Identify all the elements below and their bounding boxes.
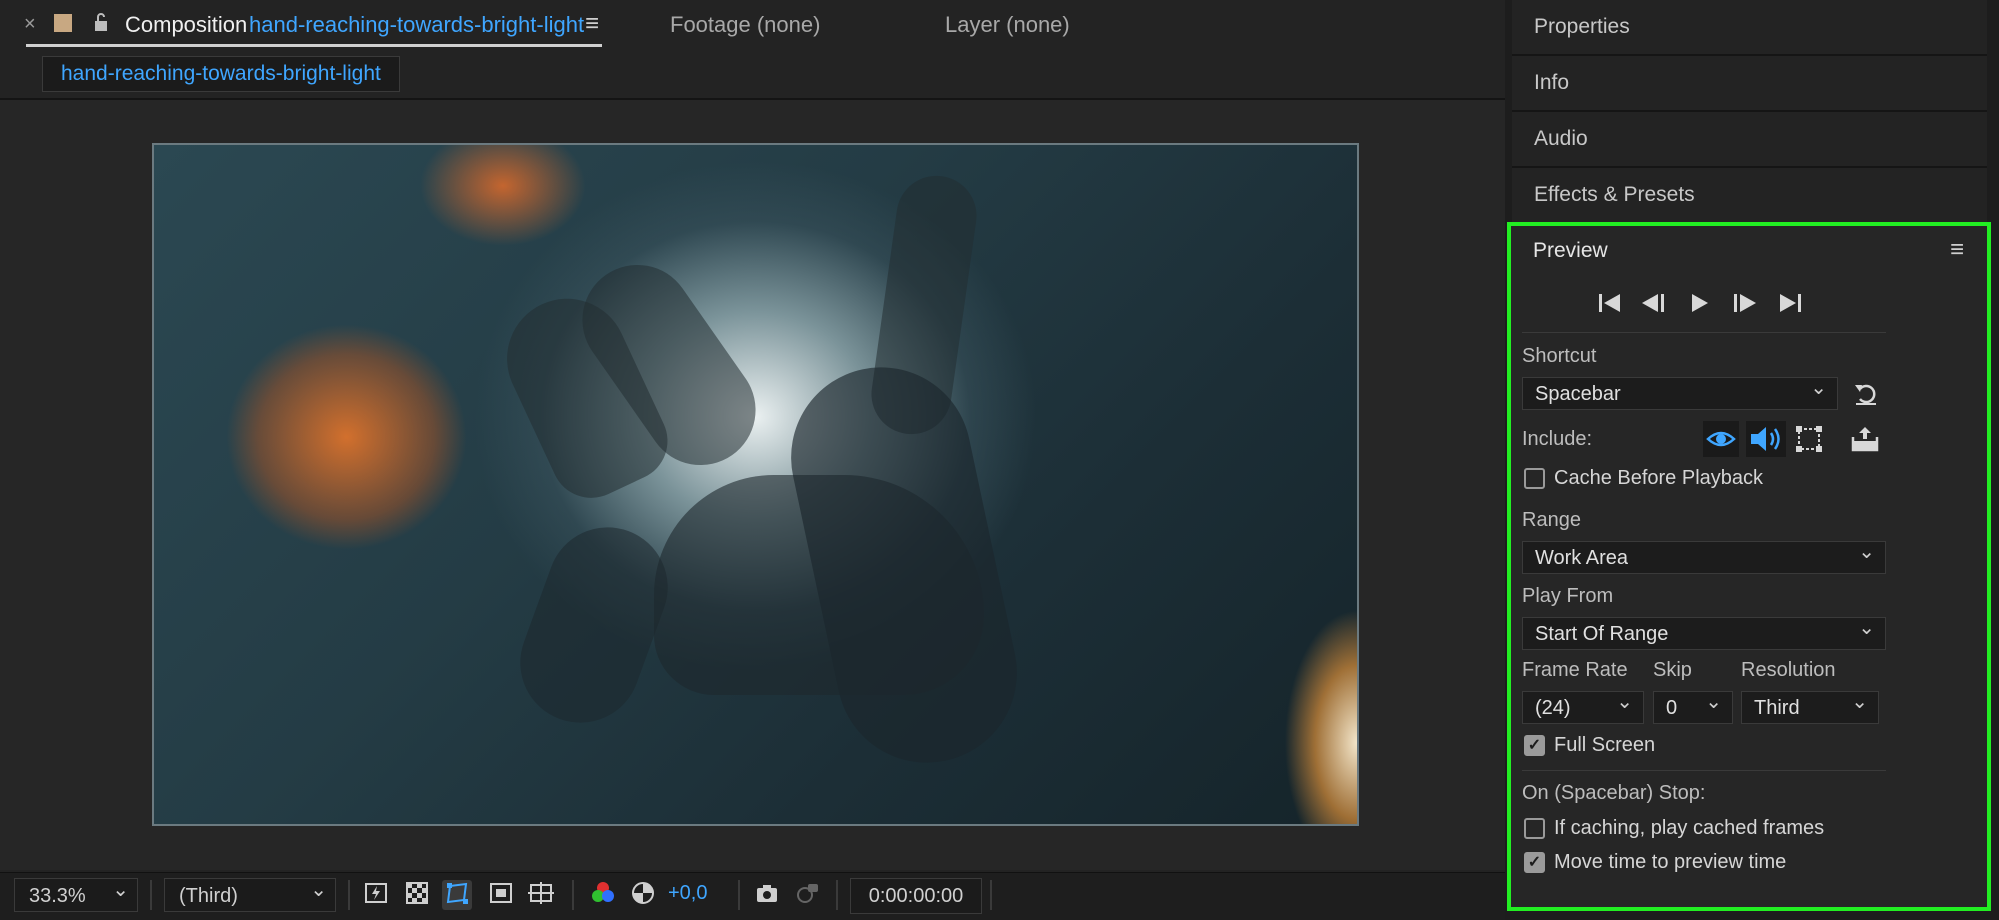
cache-before-playback-label: Cache Before Playback [1554, 467, 1764, 489]
skip-label: Skip [1653, 659, 1692, 681]
preview-resolution-dropdown[interactable]: Third ⌄ [1741, 691, 1879, 724]
snapshot-camera-icon[interactable] [752, 880, 782, 910]
composition-tab-bar: × Composition hand-reaching-towards-brig… [0, 0, 1505, 52]
magnification-dropdown[interactable]: 33.3% ⌄ [14, 878, 138, 912]
first-frame-icon[interactable] [1596, 290, 1624, 316]
composition-breadcrumb[interactable]: hand-reaching-towards-bright-light [42, 56, 400, 92]
layer-tab[interactable]: Layer (none) [945, 12, 1070, 38]
region-of-interest-icon[interactable] [486, 880, 516, 910]
close-tab-icon[interactable]: × [24, 13, 36, 36]
preview-title: Preview [1533, 239, 1608, 262]
include-audio-speaker-icon[interactable] [1746, 421, 1786, 457]
shortcut-label: Shortcut [1522, 345, 1597, 367]
shortcut-value: Spacebar [1535, 383, 1621, 405]
divider [1522, 770, 1886, 771]
preview-resolution-value: Third [1754, 697, 1800, 719]
divider [738, 880, 740, 910]
resolution-label: Resolution [1741, 659, 1836, 681]
chevron-down-icon: ⌄ [1705, 691, 1722, 713]
full-screen-label: Full Screen [1554, 734, 1656, 756]
lock-icon[interactable] [93, 12, 109, 32]
chevron-down-icon: ⌄ [1851, 691, 1868, 713]
properties-label: Properties [1534, 15, 1630, 38]
resolution-value: (Third) [179, 885, 238, 907]
play-from-dropdown[interactable]: Start Of Range ⌄ [1522, 617, 1886, 650]
transparency-grid-icon[interactable] [402, 880, 432, 910]
chevron-down-icon: ⌄ [1810, 377, 1827, 399]
frame-rate-value: (24) [1535, 697, 1571, 719]
chevron-down-icon: ⌄ [112, 879, 129, 901]
range-dropdown[interactable]: Work Area ⌄ [1522, 541, 1886, 574]
effects-presets-panel-header[interactable]: Effects & Presets [1512, 168, 1987, 224]
on-stop-label: On (Spacebar) Stop: [1522, 782, 1706, 804]
fast-previews-icon[interactable] [362, 880, 392, 910]
cache-before-playback-checkbox[interactable] [1524, 468, 1545, 489]
composition-tab-name[interactable]: hand-reaching-towards-bright-light [249, 12, 584, 38]
skip-value: 0 [1666, 697, 1678, 719]
frame-rate-label: Frame Rate [1522, 659, 1628, 681]
panel-menu-icon[interactable]: ≡ [1950, 236, 1964, 264]
info-panel-header[interactable]: Info [1512, 56, 1987, 112]
show-snapshot-icon[interactable] [792, 880, 822, 910]
play-from-label: Play From [1522, 585, 1614, 607]
frame-rate-dropdown[interactable]: (24) ⌄ [1522, 691, 1644, 724]
chevron-down-icon: ⌄ [1858, 617, 1875, 639]
info-label: Info [1534, 71, 1570, 94]
mask-path-visibility-icon[interactable] [442, 880, 472, 910]
move-time-checkbox[interactable]: ✓ [1524, 852, 1545, 873]
audio-panel-header[interactable]: Audio [1512, 112, 1987, 168]
active-tab-underline [26, 44, 602, 47]
show-channel-icon[interactable] [588, 880, 618, 910]
divider [836, 880, 838, 910]
resolution-dropdown[interactable]: (Third) ⌄ [164, 878, 336, 912]
if-caching-label: If caching, play cached frames [1554, 817, 1825, 839]
composition-frame-image[interactable] [152, 143, 1359, 826]
include-label: Include: [1522, 428, 1593, 450]
magnification-value: 33.3% [29, 885, 86, 907]
chevron-down-icon: ⌄ [310, 879, 327, 901]
effects-presets-label: Effects & Presets [1534, 183, 1695, 206]
composition-color-swatch-icon[interactable] [54, 14, 72, 32]
divider [1522, 332, 1886, 333]
play-icon[interactable] [1686, 290, 1712, 316]
color-management-icon[interactable] [628, 880, 658, 910]
include-video-eye-icon[interactable] [1703, 421, 1739, 457]
chevron-down-icon: ⌄ [1858, 541, 1875, 563]
panel-menu-icon[interactable]: ≡ [585, 10, 599, 38]
timecode-value: 0:00:00:00 [868, 885, 964, 907]
divider [990, 880, 992, 910]
if-caching-checkbox[interactable] [1524, 818, 1545, 839]
previous-frame-icon[interactable] [1640, 290, 1668, 316]
play-from-value: Start Of Range [1535, 623, 1669, 645]
range-label: Range [1522, 509, 1581, 531]
reset-shortcut-icon[interactable] [1852, 379, 1880, 407]
properties-panel-header[interactable]: Properties [1512, 0, 1987, 56]
divider [348, 880, 350, 910]
range-value: Work Area [1535, 547, 1628, 569]
divider [150, 880, 152, 910]
current-time-display[interactable]: 0:00:00:00 [850, 878, 982, 914]
audio-label: Audio [1534, 127, 1588, 150]
last-frame-icon[interactable] [1776, 290, 1804, 316]
next-frame-icon[interactable] [1730, 290, 1758, 316]
composition-tab-label[interactable]: Composition [125, 12, 247, 38]
include-overlays-icon[interactable] [1793, 423, 1825, 455]
grid-guides-icon[interactable] [526, 880, 556, 910]
divider [572, 880, 574, 910]
chevron-down-icon: ⌄ [1616, 691, 1633, 713]
skip-dropdown[interactable]: 0 ⌄ [1653, 691, 1733, 724]
exposure-value[interactable]: +0,0 [668, 882, 707, 905]
footage-tab[interactable]: Footage (none) [670, 12, 820, 38]
full-screen-checkbox[interactable]: ✓ [1524, 735, 1545, 756]
external-video-output-icon[interactable] [1849, 423, 1881, 455]
shortcut-dropdown[interactable]: Spacebar ⌄ [1522, 377, 1838, 410]
move-time-label: Move time to preview time [1554, 851, 1787, 873]
